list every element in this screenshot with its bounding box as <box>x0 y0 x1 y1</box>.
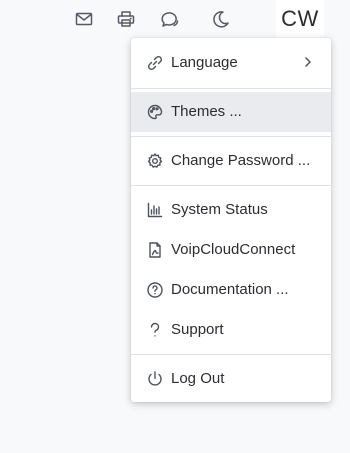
menu-item-documentation[interactable]: Documentation ... <box>131 270 331 310</box>
menu-item-system-status[interactable]: System Status <box>131 190 331 230</box>
user-dropdown-menu: Language Themes ... Change Password ... … <box>131 38 331 402</box>
menu-item-language[interactable]: Language <box>131 43 331 83</box>
menu-item-themes[interactable]: Themes ... <box>131 92 331 132</box>
palette-icon <box>146 103 164 121</box>
menu-item-label: Support <box>171 321 224 338</box>
menu-divider <box>131 136 331 137</box>
menu-divider <box>131 88 331 89</box>
menu-item-label: Change Password ... <box>171 152 311 169</box>
mail-icon[interactable] <box>73 8 95 30</box>
menu-item-label: Themes ... <box>171 103 242 120</box>
menu-item-label: Log Out <box>171 370 225 387</box>
chevron-right-icon <box>301 55 315 69</box>
document-icon <box>146 241 164 259</box>
menu-item-label: System Status <box>171 201 268 218</box>
user-avatar[interactable]: CW <box>276 0 324 38</box>
top-toolbar: CW <box>0 0 350 40</box>
menu-item-label: Language <box>171 54 238 71</box>
power-icon <box>146 370 164 388</box>
menu-item-log-out[interactable]: Log Out <box>131 359 331 399</box>
printer-icon[interactable] <box>115 8 137 30</box>
bar-chart-icon <box>146 201 164 219</box>
help-circle-icon <box>146 281 164 299</box>
question-mark-icon <box>146 321 164 339</box>
gear-icon <box>146 152 164 170</box>
avatar-initials: CW <box>281 6 319 31</box>
menu-divider <box>131 185 331 186</box>
menu-item-support[interactable]: Support <box>131 310 331 350</box>
menu-item-label: VoipCloudConnect <box>171 241 296 258</box>
menu-item-change-password[interactable]: Change Password ... <box>131 141 331 181</box>
chat-icon[interactable] <box>159 8 181 30</box>
menu-divider <box>131 354 331 355</box>
menu-item-voipcloudconnect[interactable]: VoipCloudConnect <box>131 230 331 270</box>
link-icon <box>146 54 164 72</box>
menu-item-label: Documentation ... <box>171 281 289 298</box>
dark-mode-icon[interactable] <box>210 8 232 30</box>
